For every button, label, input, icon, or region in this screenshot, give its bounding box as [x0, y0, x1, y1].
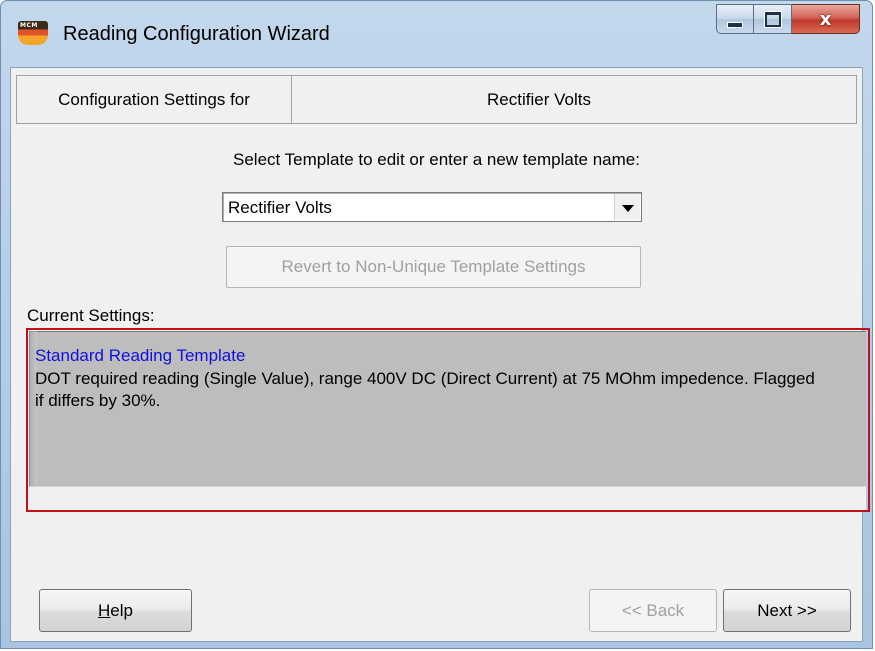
revert-template-button[interactable]: Revert to Non-Unique Template Settings [226, 246, 641, 288]
help-button[interactable]: Help [39, 589, 192, 632]
current-settings-label: Current Settings: [27, 306, 155, 325]
help-label: elp [110, 600, 133, 620]
template-select-value[interactable]: Rectifier Volts [228, 198, 332, 218]
maximize-button[interactable] [754, 4, 792, 34]
back-button[interactable]: << Back [589, 589, 717, 632]
wizard-window: MCM Reading Configuration Wizard x Confi… [0, 0, 873, 649]
template-select[interactable]: Rectifier Volts [222, 192, 642, 222]
next-button[interactable]: Next >> [723, 589, 851, 632]
chevron-down-icon [621, 204, 634, 212]
help-accelerator: H [98, 600, 111, 620]
app-icon: MCM [18, 21, 48, 45]
highlight-outline [26, 328, 870, 512]
window-controls: x [716, 4, 860, 34]
configuration-value: Rectifier Volts [487, 89, 591, 109]
template-dropdown-button[interactable] [614, 194, 640, 220]
configuration-header: Configuration Settings for Rectifier Vol… [16, 75, 857, 124]
header-divider [16, 126, 857, 127]
window-title: Reading Configuration Wizard [63, 23, 330, 45]
minimize-button[interactable] [716, 4, 754, 34]
maximize-icon [764, 11, 781, 27]
configuration-label: Configuration Settings for [17, 76, 292, 123]
wizard-body: Configuration Settings for Rectifier Vol… [10, 67, 870, 642]
close-button[interactable]: x [792, 4, 860, 34]
minimize-icon [727, 22, 743, 28]
template-prompt: Select Template to edit or enter a new t… [233, 150, 640, 169]
close-icon: x [819, 8, 832, 30]
title-bar[interactable]: MCM Reading Configuration Wizard x [1, 1, 872, 67]
